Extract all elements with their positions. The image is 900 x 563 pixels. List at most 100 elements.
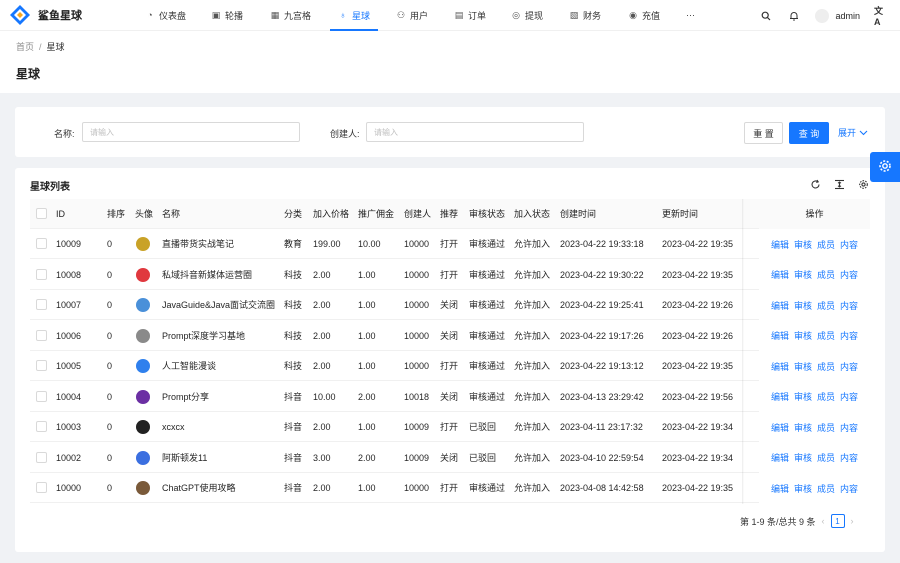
- reload-icon[interactable]: [809, 178, 821, 190]
- table-row[interactable]: 10003 0 xcxcx 抖音 2.00 1.00 10009 打开 已驳回 允许加入 2023-…: [30, 412, 870, 442]
- cell-comm: 1.00: [358, 422, 376, 432]
- cell-rec: 打开: [440, 422, 459, 432]
- table-row[interactable]: 10005 0 人工智能漫谈 科技 2.00 1.00 10000 打开 审核通过 允许加入 202…: [30, 351, 870, 381]
- edit-link[interactable]: 编辑: [771, 482, 789, 495]
- cell-rec: 打开: [440, 269, 459, 280]
- edit-link[interactable]: 编辑: [771, 329, 789, 342]
- column-settings-icon[interactable]: [857, 178, 869, 190]
- edit-link[interactable]: 编辑: [771, 451, 789, 464]
- cell-cat: 科技: [284, 330, 303, 341]
- cell-price: 2.00: [313, 361, 331, 371]
- edit-link[interactable]: 编辑: [771, 299, 789, 312]
- content-link[interactable]: 内容: [840, 329, 858, 342]
- table-row[interactable]: 10008 0 私域抖音新媒体运营圈 科技 2.00 1.00 10000 打开 审核通过 允许加…: [30, 259, 870, 290]
- review-link[interactable]: 审核: [794, 360, 812, 373]
- members-link[interactable]: 成员: [817, 329, 835, 342]
- name-input[interactable]: 请输入: [82, 122, 300, 142]
- menu-item-label: 充值: [642, 10, 661, 21]
- menu-item-7[interactable]: ▧ 财务: [569, 0, 601, 31]
- brand[interactable]: 鲨鱼星球: [0, 0, 128, 31]
- next-page-icon[interactable]: ›: [851, 516, 854, 526]
- cell-price: 2.00: [313, 269, 331, 280]
- query-button[interactable]: 查 询: [789, 122, 829, 144]
- edit-link[interactable]: 编辑: [771, 390, 789, 403]
- menu-item-0[interactable]: ◔ 仪表盘: [145, 0, 186, 31]
- members-link[interactable]: 成员: [817, 451, 835, 464]
- cell-name: ChatGPT使用攻略: [162, 483, 236, 493]
- row-checkbox[interactable]: [36, 299, 47, 310]
- breadcrumb-home[interactable]: 首页: [16, 42, 34, 52]
- menu-item-6[interactable]: ◎ 提现: [511, 0, 543, 31]
- members-link[interactable]: 成员: [817, 421, 835, 434]
- review-link[interactable]: 审核: [794, 390, 812, 403]
- translate-icon[interactable]: 文A: [874, 6, 888, 27]
- menu-item-5[interactable]: ▤ 订单: [454, 0, 486, 31]
- menu-item-2[interactable]: ▦ 九宫格: [270, 0, 311, 31]
- row-checkbox[interactable]: [36, 390, 47, 402]
- cell-updated: 2023-04-22 19:35: [662, 361, 734, 371]
- review-link[interactable]: 审核: [794, 451, 812, 464]
- edit-link[interactable]: 编辑: [771, 268, 789, 281]
- members-link[interactable]: 成员: [817, 390, 835, 403]
- cell-name: 直播带货实战笔记: [162, 239, 235, 249]
- review-link[interactable]: 审核: [794, 482, 812, 495]
- members-link[interactable]: 成员: [817, 238, 835, 251]
- content-link[interactable]: 内容: [840, 360, 858, 373]
- table-row[interactable]: 10004 0 Prompt分享 抖音 10.00 2.00 10018 关闭 审核通过 允许加入…: [30, 381, 870, 412]
- avatar[interactable]: [815, 8, 830, 23]
- cell-cat: 科技: [284, 300, 303, 310]
- menu-item-1[interactable]: ▣ 轮播: [211, 0, 243, 31]
- cell-join: 允许加入: [514, 239, 551, 249]
- members-link[interactable]: 成员: [817, 268, 835, 281]
- content-link[interactable]: 内容: [840, 299, 858, 312]
- reset-button[interactable]: 重 置: [744, 122, 783, 144]
- content-link[interactable]: 内容: [840, 421, 858, 434]
- cell-sort: 0: [107, 330, 113, 341]
- table-row[interactable]: 10002 0 阿斯顿发11 抖音 3.00 2.00 10009 关闭 已驳回 允许加入 2023…: [30, 442, 870, 473]
- content-link[interactable]: 内容: [840, 390, 858, 403]
- menu-item-8[interactable]: ◉ 充值: [628, 0, 660, 31]
- members-link[interactable]: 成员: [817, 299, 835, 312]
- row-checkbox[interactable]: [36, 421, 47, 432]
- review-link[interactable]: 审核: [794, 421, 812, 434]
- review-link[interactable]: 审核: [794, 299, 812, 312]
- table-row[interactable]: 10007 0 JavaGuide&Java面试交流圈 科技 2.00 1.00 10000…: [30, 290, 870, 320]
- content-link[interactable]: 内容: [840, 238, 858, 251]
- prev-page-icon[interactable]: ‹: [822, 516, 825, 526]
- menu-item-3[interactable]: ♁ 星球: [329, 0, 379, 31]
- content-link[interactable]: 内容: [840, 268, 858, 281]
- menu-more[interactable]: ···: [686, 0, 695, 31]
- edit-link[interactable]: 编辑: [771, 360, 789, 373]
- row-checkbox[interactable]: [36, 238, 47, 249]
- table-row[interactable]: 10000 0 ChatGPT使用攻略 抖音 2.00 1.00 10000 打开 审核通过 允许…: [30, 473, 870, 503]
- edit-link[interactable]: 编辑: [771, 238, 789, 251]
- row-checkbox[interactable]: [36, 329, 47, 341]
- table-row[interactable]: 10009 0 直播带货实战笔记 教育 199.00 10.00 10000 打开 审核通过 允许…: [30, 229, 870, 259]
- members-link[interactable]: 成员: [817, 482, 835, 495]
- select-all-checkbox[interactable]: [36, 208, 47, 219]
- search-icon[interactable]: [759, 9, 773, 23]
- page-1-button[interactable]: 1: [830, 514, 845, 528]
- members-link[interactable]: 成员: [817, 360, 835, 373]
- expand-button[interactable]: 展开: [838, 126, 868, 139]
- cell-name: JavaGuide&Java面试交流圈: [162, 300, 276, 310]
- content-link[interactable]: 内容: [840, 451, 858, 464]
- settings-float-button[interactable]: [870, 152, 900, 182]
- review-link[interactable]: 审核: [794, 268, 812, 281]
- edit-link[interactable]: 编辑: [771, 421, 789, 434]
- row-checkbox[interactable]: [36, 482, 47, 493]
- menu-item-4[interactable]: ⚇ 用户: [396, 0, 428, 31]
- creator-input[interactable]: 请输入: [366, 122, 584, 142]
- cell-comm: 1.00: [358, 330, 376, 341]
- content-link[interactable]: 内容: [840, 482, 858, 495]
- row-checkbox[interactable]: [36, 360, 47, 371]
- review-link[interactable]: 审核: [794, 238, 812, 251]
- density-icon[interactable]: [833, 178, 845, 190]
- review-link[interactable]: 审核: [794, 329, 812, 342]
- row-checkbox[interactable]: [36, 451, 47, 463]
- row-checkbox[interactable]: [36, 268, 47, 280]
- bell-icon[interactable]: [787, 9, 801, 23]
- username[interactable]: admin: [835, 11, 860, 21]
- cell-price: 2.00: [313, 483, 331, 493]
- table-row[interactable]: 10006 0 Prompt深度学习基地 科技 2.00 1.00 10000 关闭 审核通过允…: [30, 320, 870, 351]
